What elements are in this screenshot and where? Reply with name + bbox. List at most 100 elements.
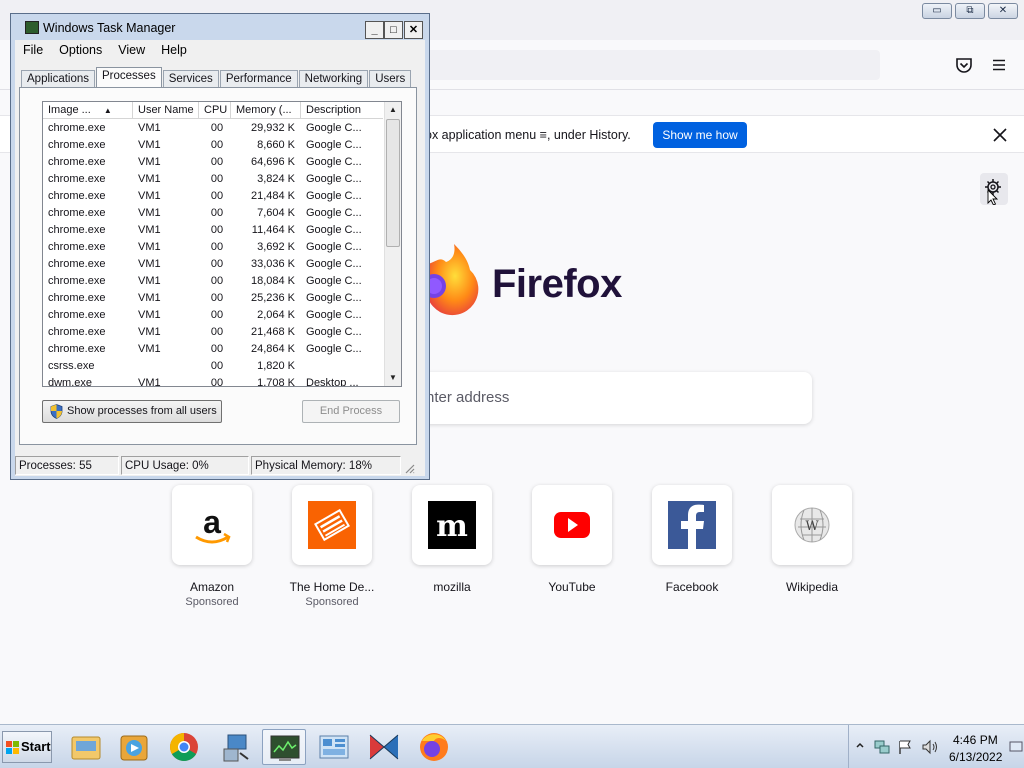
process-list[interactable]: Image ... ▲ User Name CPU Memory (... De… — [42, 101, 402, 387]
top-site-mozilla[interactable]: m mozilla — [407, 485, 497, 594]
network-status-icon[interactable] — [873, 739, 891, 755]
top-site-amazon[interactable]: a Amazon Sponsored — [167, 485, 257, 608]
column-user-name[interactable]: User Name — [133, 102, 199, 119]
volume-icon[interactable] — [921, 739, 939, 755]
clock-time[interactable]: 4:46 PM — [953, 733, 998, 747]
notice-text: ox application menu ≡, under History. — [425, 128, 631, 142]
process-cpu: 00 — [210, 173, 224, 185]
maximize-button[interactable]: □ — [384, 21, 403, 39]
column-memory[interactable]: Memory (... — [231, 102, 301, 119]
menu-view[interactable]: View — [110, 40, 153, 60]
hamburger-menu-icon[interactable] — [990, 56, 1008, 74]
table-row[interactable]: chrome.exe VM1 00 3,824 K Google C... — [43, 170, 383, 187]
process-user-name: VM1 — [138, 122, 161, 134]
process-list-scrollbar[interactable]: ▲ ▼ — [384, 102, 401, 386]
sponsored-label: Sponsored — [305, 596, 359, 608]
media-player-icon[interactable] — [112, 729, 156, 765]
table-row[interactable]: chrome.exe VM1 00 21,468 K Google C... — [43, 323, 383, 340]
task-manager-icon[interactable] — [262, 729, 306, 765]
table-row[interactable]: csrss.exe 00 1,820 K — [43, 357, 383, 374]
show-desktop-icon[interactable] — [1009, 739, 1023, 755]
task-manager-titlebar[interactable]: Windows Task Manager _ □ ✕ — [15, 17, 425, 39]
status-bar: Processes: 55 CPU Usage: 0% Physical Mem… — [15, 456, 425, 476]
visual-studio-icon[interactable] — [362, 729, 406, 765]
column-description[interactable]: Description — [301, 102, 383, 119]
column-image-name[interactable]: Image ... ▲ — [43, 102, 133, 119]
tab-applications[interactable]: Applications — [21, 70, 96, 88]
process-image-name: chrome.exe — [48, 275, 106, 287]
table-row[interactable]: chrome.exe VM1 00 24,864 K Google C... — [43, 340, 383, 357]
process-description: Google C... — [306, 224, 362, 236]
process-description: Google C... — [306, 156, 362, 168]
top-site-youtube[interactable]: YouTube — [527, 485, 617, 594]
show-all-processes-button[interactable]: Show processes from all users — [42, 400, 222, 423]
window-title: Windows Task Manager — [43, 21, 176, 35]
process-image-name: chrome.exe — [48, 173, 106, 185]
process-user-name: VM1 — [138, 309, 161, 321]
minimize-button[interactable]: _ — [365, 21, 384, 39]
tab-networking[interactable]: Networking — [298, 70, 369, 88]
process-image-name: chrome.exe — [48, 207, 106, 219]
network-tool-icon[interactable] — [214, 729, 258, 765]
control-panel-icon[interactable] — [312, 729, 356, 765]
pocket-icon[interactable] — [955, 56, 973, 74]
table-row[interactable]: dwm.exe VM1 00 1,708 K Desktop ... — [43, 374, 383, 386]
settings-gear-icon[interactable] — [980, 173, 1008, 206]
action-center-flag-icon[interactable] — [897, 739, 913, 755]
process-cpu: 00 — [210, 292, 224, 304]
tab-users[interactable]: Users — [369, 70, 412, 88]
tab-processes[interactable]: Processes — [96, 67, 162, 88]
scroll-down-arrow-icon[interactable]: ▼ — [385, 370, 401, 386]
scrollbar-thumb[interactable] — [386, 119, 400, 247]
taskbar: Start 4:46 PM 6/13/2022 — [0, 724, 1024, 768]
scroll-up-arrow-icon[interactable]: ▲ — [385, 102, 401, 118]
close-icon[interactable] — [990, 125, 1010, 145]
process-cpu: 00 — [210, 258, 224, 270]
file-explorer-icon[interactable] — [64, 729, 108, 765]
column-cpu[interactable]: CPU — [199, 102, 231, 119]
table-row[interactable]: chrome.exe VM1 00 3,692 K Google C... — [43, 238, 383, 255]
process-memory: 11,464 K — [251, 224, 295, 236]
process-cpu: 00 — [210, 224, 224, 236]
firefox-minimize-button[interactable]: ▭ — [922, 3, 952, 19]
table-row[interactable]: chrome.exe VM1 00 25,236 K Google C... — [43, 289, 383, 306]
table-row[interactable]: chrome.exe VM1 00 29,932 K Google C... — [43, 119, 383, 136]
top-site-home-depot[interactable]: The Home De... Sponsored — [287, 485, 377, 608]
process-image-name: chrome.exe — [48, 156, 106, 168]
top-site-wikipedia[interactable]: W Wikipedia — [767, 485, 857, 594]
start-button[interactable]: Start — [2, 731, 52, 763]
firefox-icon[interactable] — [412, 729, 456, 765]
chrome-icon[interactable] — [162, 729, 206, 765]
close-button[interactable]: ✕ — [404, 21, 423, 39]
menu-help[interactable]: Help — [153, 40, 195, 60]
table-row[interactable]: chrome.exe VM1 00 21,484 K Google C... — [43, 187, 383, 204]
process-user-name: VM1 — [138, 275, 161, 287]
table-row[interactable]: chrome.exe VM1 00 2,064 K Google C... — [43, 306, 383, 323]
table-row[interactable]: chrome.exe VM1 00 18,084 K Google C... — [43, 272, 383, 289]
table-row[interactable]: chrome.exe VM1 00 33,036 K Google C... — [43, 255, 383, 272]
table-row[interactable]: chrome.exe VM1 00 8,660 K Google C... — [43, 136, 383, 153]
table-row[interactable]: chrome.exe VM1 00 7,604 K Google C... — [43, 204, 383, 221]
firefox-search-box[interactable]: nter address — [400, 372, 812, 424]
firefox-wordmark: Firefox — [492, 262, 622, 306]
tab-performance[interactable]: Performance — [219, 70, 298, 88]
clock-date[interactable]: 6/13/2022 — [949, 750, 1002, 764]
process-list-header: Image ... ▲ User Name CPU Memory (... De… — [43, 102, 383, 119]
show-hidden-icons-icon[interactable] — [855, 741, 865, 751]
menu-options[interactable]: Options — [51, 40, 110, 60]
table-row[interactable]: chrome.exe VM1 00 64,696 K Google C... — [43, 153, 383, 170]
process-description: Google C... — [306, 139, 362, 151]
end-process-button[interactable]: End Process — [302, 400, 400, 423]
firefox-url-bar[interactable]: s — [420, 50, 880, 80]
search-placeholder: nter address — [426, 389, 510, 406]
show-me-how-button[interactable]: Show me how — [653, 122, 747, 148]
resize-grip-icon[interactable] — [403, 462, 415, 474]
top-site-facebook[interactable]: Facebook — [647, 485, 737, 594]
menu-file[interactable]: File — [15, 40, 51, 60]
table-row[interactable]: chrome.exe VM1 00 11,464 K Google C... — [43, 221, 383, 238]
firefox-restore-button[interactable]: ⧉ — [955, 3, 985, 19]
firefox-close-button[interactable]: ✕ — [988, 3, 1018, 19]
tab-strip: Applications Processes Services Performa… — [21, 67, 412, 88]
tab-services[interactable]: Services — [162, 70, 219, 88]
process-description: Google C... — [306, 343, 362, 355]
